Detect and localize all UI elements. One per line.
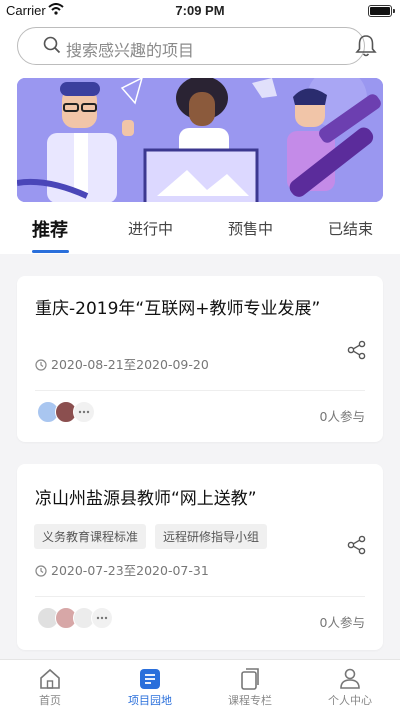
- nav-projects[interactable]: 项目园地: [100, 660, 200, 710]
- nav-home[interactable]: 首页: [0, 660, 100, 710]
- participant-avatars: [37, 607, 113, 629]
- tab-in-progress[interactable]: 进行中: [128, 218, 173, 239]
- search-input[interactable]: 搜索感兴趣的项目: [17, 27, 365, 65]
- project-title: 凉山州盐源县教师“网上送教”: [35, 489, 257, 509]
- project-card[interactable]: 凉山州盐源县教师“网上送教” 义务教育课程标准 远程研修指导小组 2020-07…: [17, 464, 383, 650]
- project-date: 2020-08-21至2020-09-20: [35, 354, 209, 373]
- clock-icon: [35, 565, 47, 577]
- more-icon: [91, 607, 113, 629]
- card-divider: [35, 596, 365, 597]
- nav-courses[interactable]: 课程专栏: [200, 660, 300, 710]
- header: 搜索感兴趣的项目 推荐 进行中 预售中 已结束: [0, 22, 400, 254]
- project-card[interactable]: 重庆-2019年“互联网+教师专业发展” 2020-08-21至2020-09-…: [17, 276, 383, 442]
- course-icon: [241, 668, 259, 690]
- project-icon: [140, 669, 160, 689]
- nav-profile[interactable]: 个人中心: [300, 660, 400, 710]
- bell-icon[interactable]: [355, 34, 377, 58]
- participant-count: 0人参与: [319, 615, 365, 630]
- status-bar: Carrier 7:09 PM: [0, 0, 400, 22]
- nav-label: 课程专栏: [228, 694, 272, 707]
- share-icon[interactable]: [347, 535, 367, 555]
- tab-ended[interactable]: 已结束: [328, 218, 373, 239]
- clock-icon: [35, 359, 47, 371]
- search-icon: [43, 36, 61, 54]
- project-title: 重庆-2019年“互联网+教师专业发展”: [35, 299, 321, 319]
- tab-presale[interactable]: 预售中: [228, 218, 273, 239]
- project-tag: 远程研修指导小组: [155, 524, 268, 549]
- card-divider: [35, 390, 365, 391]
- project-date-range: 2020-07-23至2020-07-31: [51, 563, 209, 578]
- search-placeholder: 搜索感兴趣的项目: [66, 41, 195, 60]
- home-icon: [40, 668, 60, 689]
- share-icon[interactable]: [347, 340, 367, 360]
- more-icon: [73, 401, 95, 423]
- project-date: 2020-07-23至2020-07-31: [35, 560, 209, 579]
- active-tab-indicator: [32, 250, 69, 253]
- promo-banner[interactable]: [17, 78, 383, 202]
- participant-count: 0人参与: [319, 409, 365, 424]
- nav-label: 首页: [39, 694, 61, 707]
- banner-illustration: [17, 78, 383, 202]
- project-tags: 义务教育课程标准 远程研修指导小组: [34, 524, 268, 549]
- clock-time: 7:09 PM: [175, 3, 225, 18]
- profile-icon: [340, 668, 360, 689]
- battery-icon: [368, 5, 395, 17]
- project-tag: 义务教育课程标准: [34, 524, 147, 549]
- filter-tabs: 推荐 进行中 预售中 已结束: [0, 208, 400, 254]
- bottom-nav: 首页 项目园地 课程专栏 个人中心: [0, 659, 400, 710]
- project-date-range: 2020-08-21至2020-09-20: [51, 357, 209, 372]
- nav-label: 个人中心: [328, 694, 372, 707]
- tab-recommended[interactable]: 推荐: [32, 216, 68, 242]
- participant-avatars: [37, 401, 95, 423]
- nav-label: 项目园地: [128, 694, 172, 707]
